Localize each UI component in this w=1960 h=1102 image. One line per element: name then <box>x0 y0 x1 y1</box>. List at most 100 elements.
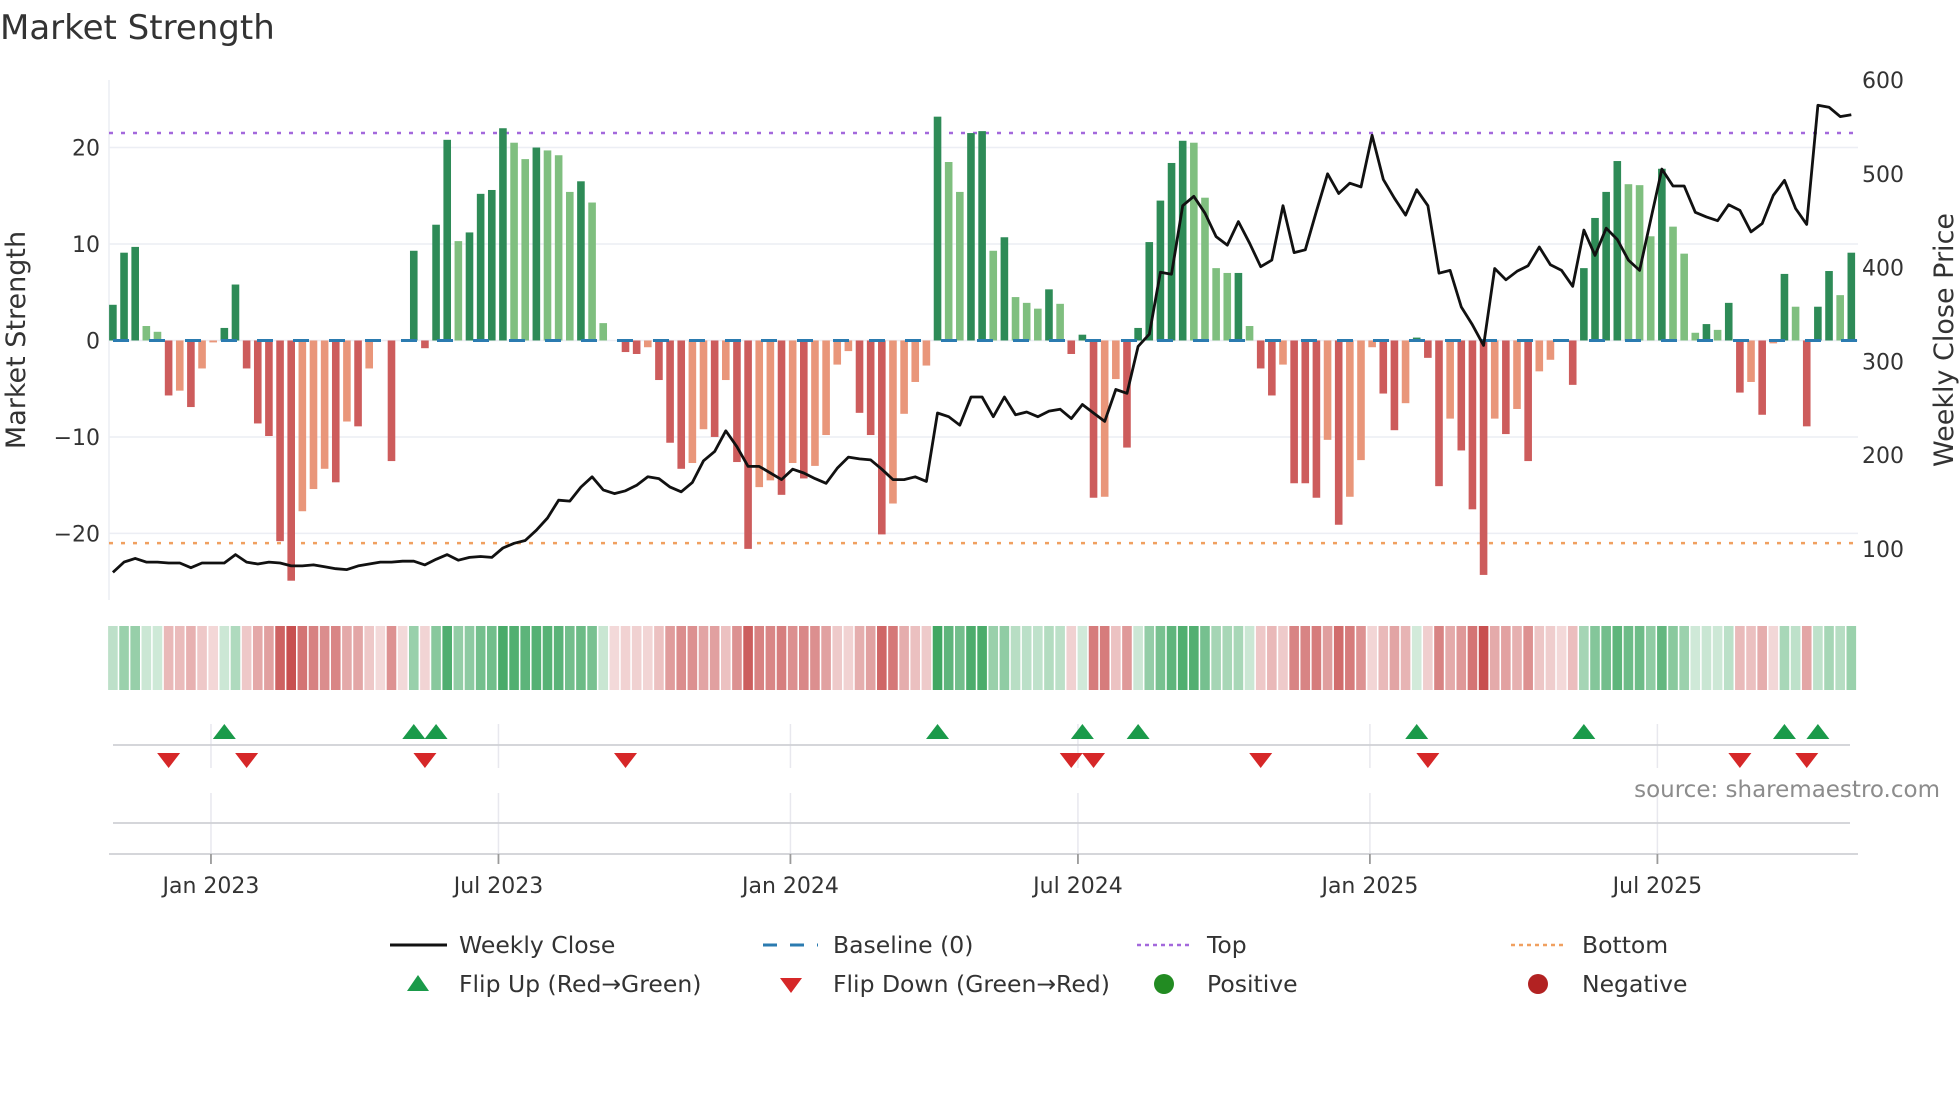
heatmap-cell <box>799 626 809 690</box>
legend-item-positive: Positive <box>1154 970 1298 998</box>
flip-down-marker <box>1416 753 1440 768</box>
strength-bar <box>800 340 808 479</box>
strength-bar <box>666 340 674 443</box>
price-tick-label: 300 <box>1862 350 1904 375</box>
heatmap-cell <box>609 626 620 690</box>
heatmap-cell <box>843 626 854 690</box>
right-axis-title: Weekly Close Price <box>1929 213 1960 467</box>
market-strength-chart: Market Strength Market Strength Weekly C… <box>0 8 1960 998</box>
heatmap-cell <box>1144 626 1155 690</box>
legend-item-bottom: Bottom <box>1511 931 1668 959</box>
strength-bar <box>922 340 931 366</box>
heatmap-cell <box>1801 626 1812 690</box>
strength-bar <box>766 340 775 481</box>
strength-bar <box>688 340 697 464</box>
strength-bar <box>1000 237 1009 341</box>
date-tick-label: Jan 2024 <box>740 874 839 899</box>
legend-label: Bottom <box>1582 931 1668 959</box>
strength-tick-label: −20 <box>54 522 100 547</box>
strength-bar <box>365 340 374 369</box>
strength-bar <box>220 327 229 341</box>
heatmap-cell <box>553 626 564 690</box>
strength-bar <box>554 155 563 341</box>
legend-label: Top <box>1206 931 1247 959</box>
flip-up-marker <box>1405 724 1429 739</box>
date-axis: Jan 2023 Jul 2023 Jan 2024 Jul 2024 Jan 2025… <box>109 853 1858 899</box>
strength-bar <box>298 340 307 512</box>
heatmap-cell <box>1244 626 1255 690</box>
strength-bar <box>454 241 463 341</box>
heatmap-cell <box>1088 626 1099 690</box>
heatmap-cell <box>921 626 932 690</box>
heatmap-cell <box>1044 626 1054 690</box>
heatmap-cell <box>966 626 976 690</box>
heatmap-cell <box>1489 626 1500 690</box>
strength-bar <box>1234 272 1243 341</box>
heatmap-cell <box>1322 626 1333 690</box>
heatmap-cell <box>576 626 586 690</box>
heatmap-cell <box>587 626 597 690</box>
heatmap-cell <box>1021 626 1032 690</box>
legend-label: Flip Up (Red→Green) <box>459 970 701 998</box>
heatmap-cell <box>1545 626 1556 690</box>
legend-label: Positive <box>1207 970 1298 998</box>
heatmap-cell <box>252 626 263 690</box>
strength-bar <box>409 250 418 341</box>
strength-bar <box>432 224 440 341</box>
strength-bar <box>1301 340 1310 484</box>
strength-bar <box>1780 273 1789 341</box>
strength-bar <box>1802 340 1811 427</box>
flip-down-marker <box>1728 753 1752 768</box>
strength-bar <box>655 340 663 381</box>
heatmap-cell <box>1333 626 1344 690</box>
price-tick-label: 200 <box>1862 444 1904 469</box>
strength-bar <box>722 340 730 381</box>
heatmap-cell <box>1077 626 1088 690</box>
date-tick-label: Jan 2025 <box>1319 874 1418 899</box>
strength-bar <box>1245 326 1254 341</box>
legend-label: Negative <box>1582 970 1687 998</box>
strength-bar <box>532 147 541 341</box>
heatmap-cell <box>877 626 887 690</box>
heatmap-cell <box>308 626 319 690</box>
strength-bar <box>265 340 273 436</box>
strength-bar <box>198 340 206 369</box>
heatmap-cell <box>721 626 731 690</box>
heatmap-cell <box>230 626 241 690</box>
strength-bar <box>164 340 173 396</box>
heatmap-cell <box>1166 626 1177 690</box>
strength-bar <box>1502 340 1510 435</box>
strength-bar <box>1602 191 1610 341</box>
heatmap-cell <box>1434 626 1444 690</box>
strength-bar <box>1401 340 1410 404</box>
strength-bar <box>331 340 340 483</box>
strength-bar <box>1457 340 1466 451</box>
strength-bar <box>1312 340 1321 498</box>
heatmap-cell <box>1099 626 1110 690</box>
heatmap-cell <box>698 626 709 690</box>
legend-item-weekly-close: Weekly Close <box>390 931 615 959</box>
heatmap-cell <box>442 626 453 690</box>
heatmap-cell <box>1300 626 1311 690</box>
heatmap-cell <box>1222 626 1233 690</box>
strength-bar <box>120 252 128 341</box>
heatmap-cell <box>1813 626 1823 690</box>
flip-down-marker <box>413 753 437 768</box>
heatmap-cell <box>564 626 575 690</box>
heatmap-cell <box>1177 626 1188 690</box>
strength-bar <box>1814 306 1822 341</box>
heatmap-cell <box>665 626 675 690</box>
heatmap-cell <box>364 626 375 690</box>
heatmap-cell <box>709 626 720 690</box>
strength-bar <box>744 340 752 549</box>
legend-label: Weekly Close <box>459 931 615 959</box>
strength-bar <box>510 142 518 341</box>
strength-bar <box>1479 340 1488 575</box>
heatmap-cell <box>1267 626 1277 690</box>
flip-markers-row <box>113 724 1850 854</box>
strength-bar <box>1022 302 1031 341</box>
strength-bar <box>900 340 908 414</box>
heatmap-cell <box>1478 626 1489 690</box>
strength-tick-label: 20 <box>72 137 100 162</box>
heatmap-cell <box>486 626 497 690</box>
